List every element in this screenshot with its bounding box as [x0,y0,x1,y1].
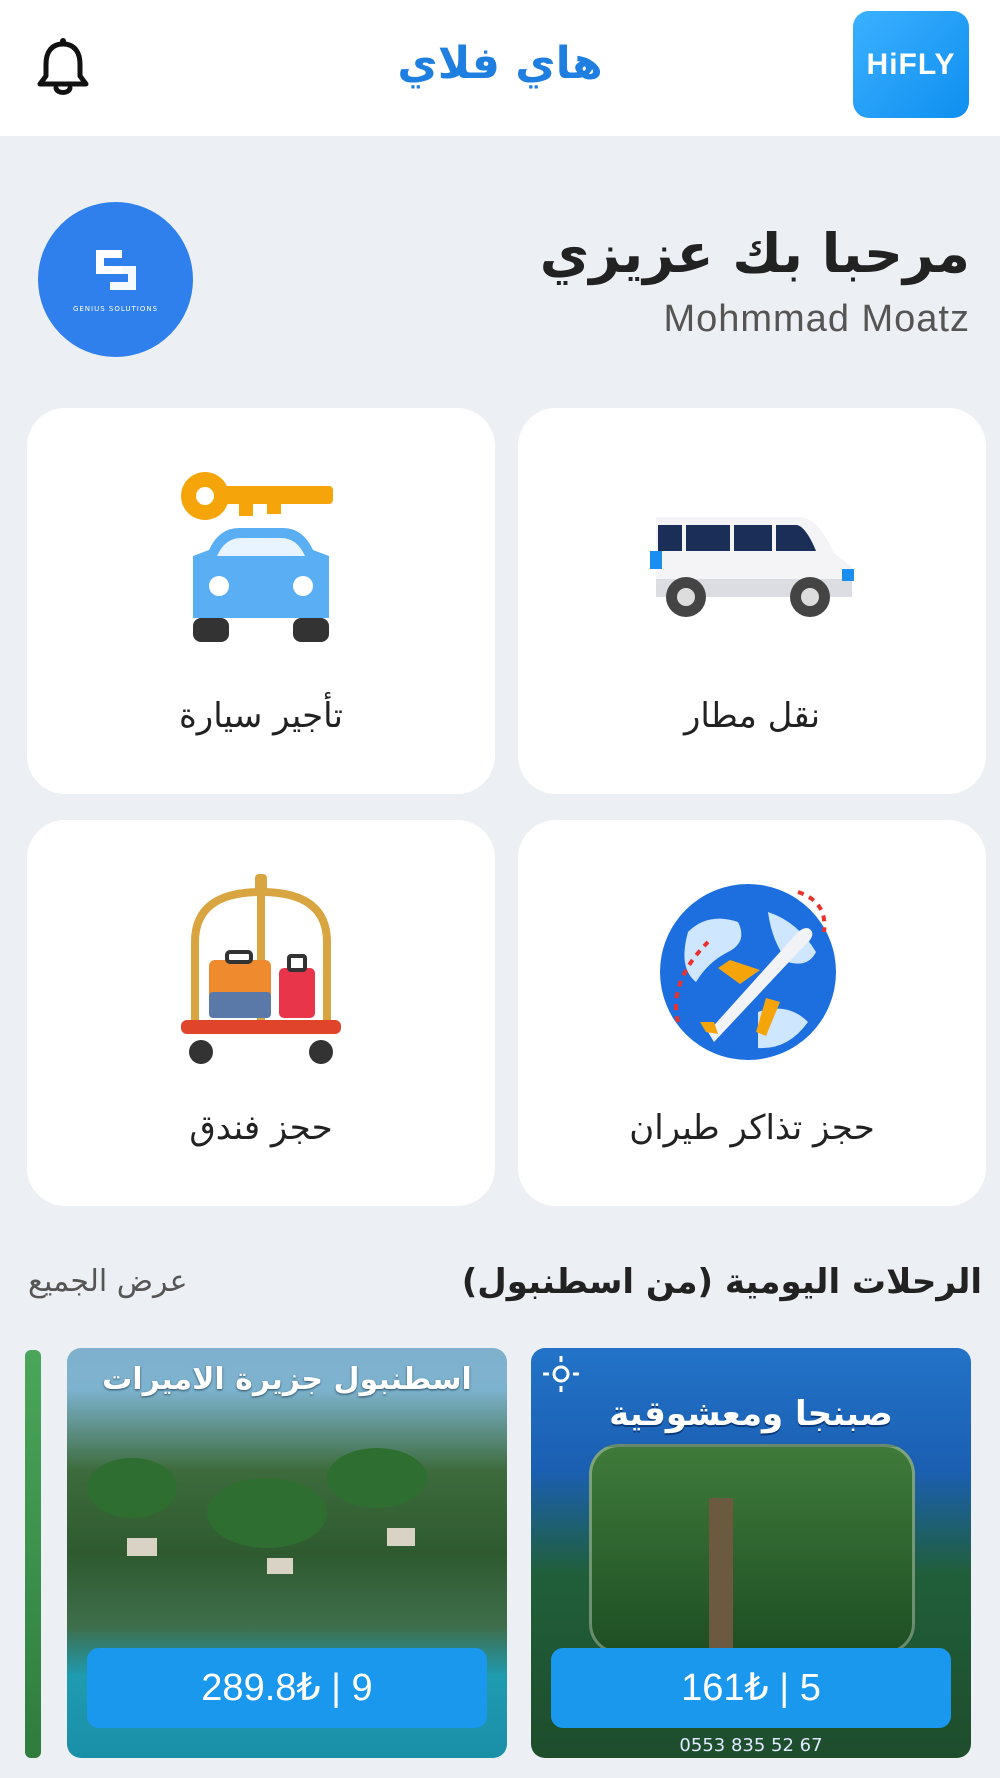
service-label: نقل مطار [683,696,821,736]
top-app-bar: هاي فلاي HiFLY [0,0,1000,136]
company-logo-text: GENIUS SOLUTIONS [72,305,159,313]
trip-card-princes-islands[interactable]: اسطنبول جزيرة الاميرات 289.8₺ | 9 [67,1348,507,1758]
trip-heading: صبنجا ومعشوقية [609,1394,893,1434]
service-label: حجز تذاكر طيران [629,1108,875,1148]
user-name: Mohmmad Moatz [663,298,970,340]
luggage-cart-icon [181,874,341,1064]
island-trees [207,1478,327,1548]
hifly-logo[interactable]: HiFLY [853,11,969,118]
island-house [267,1558,293,1574]
service-card-flight-tickets[interactable]: حجز تذاكر طيران [518,820,986,1206]
view-all-link[interactable]: عرض الجميع [28,1264,187,1299]
service-label: حجز فندق [189,1108,333,1148]
zipline-pole [709,1498,733,1658]
service-card-car-rental[interactable]: تأجير سيارة [27,408,495,794]
trip-photo [589,1444,915,1654]
island-house [127,1538,157,1556]
globe-plane-icon [660,884,836,1060]
island-trees [327,1448,427,1508]
trip-heading: اسطنبول جزيرة الاميرات [102,1362,472,1397]
car-key-icon [181,472,333,642]
app-title: هاي فلاي [397,38,603,89]
greeting-title: مرحبا بك عزيزي [539,222,970,285]
island-house [387,1528,415,1546]
daily-trips-title: الرحلات اليومية (من اسطنبول) [461,1262,982,1302]
greeting-block: مرحبا بك عزيزي Mohmmad Moatz [540,220,970,341]
company-logo[interactable]: GENIUS SOLUTIONS [38,202,193,357]
genius-logo-mark [96,250,136,290]
trip-phone: 0553 835 52 67 [679,1735,823,1756]
trip-price: 289.8₺ | 9 [87,1648,487,1728]
island-trees [87,1458,177,1518]
sun-icon [543,1356,579,1392]
service-card-hotel-booking[interactable]: حجز فندق [27,820,495,1206]
trip-card-sapanca[interactable]: صبنجا ومعشوقية 161₺ | 5 0553 835 52 67 [531,1348,971,1758]
service-label: تأجير سيارة [178,696,343,736]
van-icon [650,517,854,617]
service-card-airport-transfer[interactable]: نقل مطار [518,408,986,794]
trip-card-partial[interactable] [25,1350,41,1758]
trip-price: 161₺ | 5 [551,1648,951,1728]
